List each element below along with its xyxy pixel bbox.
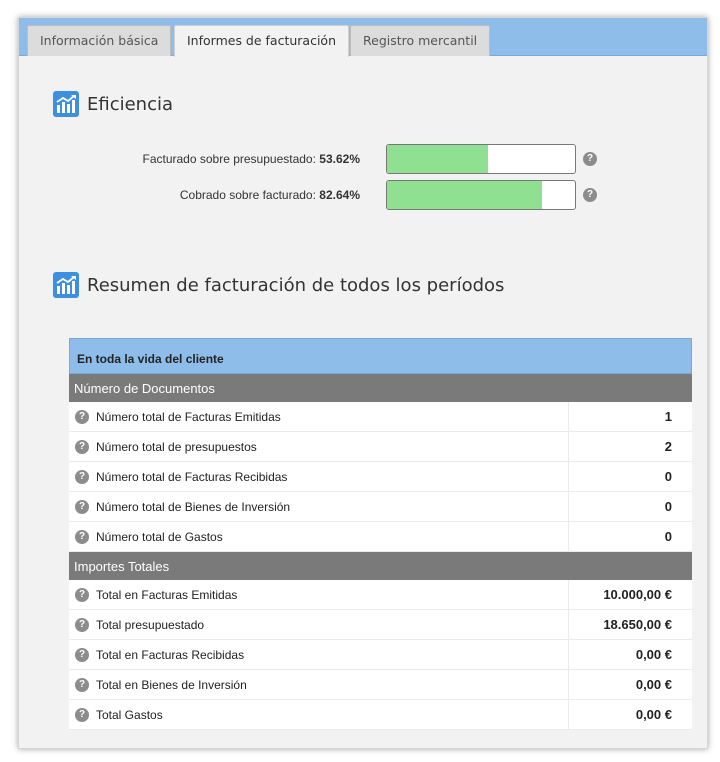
- table-row: ? Total en Bienes de Inversión 0,00 €: [69, 670, 692, 700]
- summary-header: En toda la vida del cliente: [69, 338, 692, 374]
- efficiency-value: 82.64%: [319, 188, 360, 202]
- summary-section-title: Resumen de facturación de todos los perí…: [53, 272, 504, 298]
- row-value: 0: [568, 522, 692, 551]
- progress-fill: [387, 145, 488, 173]
- efficiency-label: Facturado sobre presupuestado: 53.62%: [142, 152, 361, 166]
- efficiency-label: Cobrado sobre facturado: 82.64%: [179, 188, 360, 202]
- help-icon[interactable]: ?: [75, 647, 89, 662]
- table-row: ? Número total de Gastos 0: [69, 522, 692, 552]
- billing-panel: Información básica Informes de facturaci…: [18, 17, 708, 749]
- help-icon[interactable]: ?: [583, 152, 597, 166]
- table-row: ? Total en Facturas Recibidas 0,00 €: [69, 640, 692, 670]
- tab-informacion-basica[interactable]: Información básica: [27, 25, 172, 56]
- tab-informes-facturacion[interactable]: Informes de facturación: [174, 25, 349, 57]
- efficiency-row-facturado: Facturado sobre presupuestado: 53.62% ?: [19, 144, 707, 174]
- tab-bar: Información básica Informes de facturaci…: [19, 18, 707, 57]
- group-header-documentos: Número de Documentos: [69, 374, 692, 402]
- efficiency-value: 53.62%: [319, 152, 360, 166]
- chart-icon: [53, 91, 79, 117]
- row-label: Total Gastos: [96, 707, 163, 722]
- table-row: ? Número total de presupuestos 2: [69, 432, 692, 462]
- row-label: Número total de Gastos: [96, 529, 223, 544]
- help-icon[interactable]: ?: [75, 707, 89, 722]
- help-icon[interactable]: ?: [75, 469, 89, 484]
- row-label: Total en Facturas Recibidas: [96, 647, 245, 662]
- summary-table: En toda la vida del cliente Número de Do…: [69, 338, 692, 730]
- help-icon[interactable]: ?: [75, 409, 89, 424]
- help-icon[interactable]: ?: [75, 587, 89, 602]
- help-icon[interactable]: ?: [75, 439, 89, 454]
- row-label: Número total de presupuestos: [96, 439, 257, 454]
- table-row: ? Número total de Facturas Recibidas 0: [69, 462, 692, 492]
- row-value: 0,00 €: [568, 670, 692, 699]
- row-label: Número total de Facturas Recibidas: [96, 469, 288, 484]
- efficiency-row-cobrado: Cobrado sobre facturado: 82.64% ?: [19, 180, 707, 210]
- tab-registro-mercantil[interactable]: Registro mercantil: [350, 25, 491, 56]
- help-icon[interactable]: ?: [583, 188, 597, 202]
- row-label: Total presupuestado: [96, 617, 205, 632]
- group-header-importes: Importes Totales: [69, 552, 692, 580]
- progress-fill: [387, 181, 543, 209]
- efficiency-title: Eficiencia: [87, 93, 174, 115]
- progress-bar: [386, 180, 576, 210]
- table-row: ? Total presupuestado 18.650,00 €: [69, 610, 692, 640]
- help-icon[interactable]: ?: [75, 499, 89, 514]
- efficiency-section-title: Eficiencia: [53, 91, 173, 117]
- help-icon[interactable]: ?: [75, 529, 89, 544]
- row-label: Total en Bienes de Inversión: [96, 677, 247, 692]
- row-value: 10.000,00 €: [568, 580, 692, 609]
- table-row: ? Total Gastos 0,00 €: [69, 700, 692, 730]
- row-value: 0: [568, 492, 692, 521]
- progress-bar: [386, 144, 576, 174]
- table-row: ? Número total de Bienes de Inversión 0: [69, 492, 692, 522]
- row-value: 18.650,00 €: [568, 610, 692, 639]
- table-row: ? Número total de Facturas Emitidas 1: [69, 402, 692, 432]
- row-label: Total en Facturas Emitidas: [96, 587, 238, 602]
- row-value: 0: [568, 462, 692, 491]
- help-icon[interactable]: ?: [75, 617, 89, 632]
- row-value: 1: [568, 402, 692, 431]
- help-icon[interactable]: ?: [75, 677, 89, 692]
- table-row: ? Total en Facturas Emitidas 10.000,00 €: [69, 580, 692, 610]
- chart-icon: [53, 272, 79, 298]
- row-label: Número total de Bienes de Inversión: [96, 499, 291, 514]
- summary-title: Resumen de facturación de todos los perí…: [87, 274, 505, 296]
- row-value: 0,00 €: [568, 640, 692, 669]
- row-label: Número total de Facturas Emitidas: [96, 409, 281, 424]
- row-value: 2: [568, 432, 692, 461]
- row-value: 0,00 €: [568, 700, 692, 729]
